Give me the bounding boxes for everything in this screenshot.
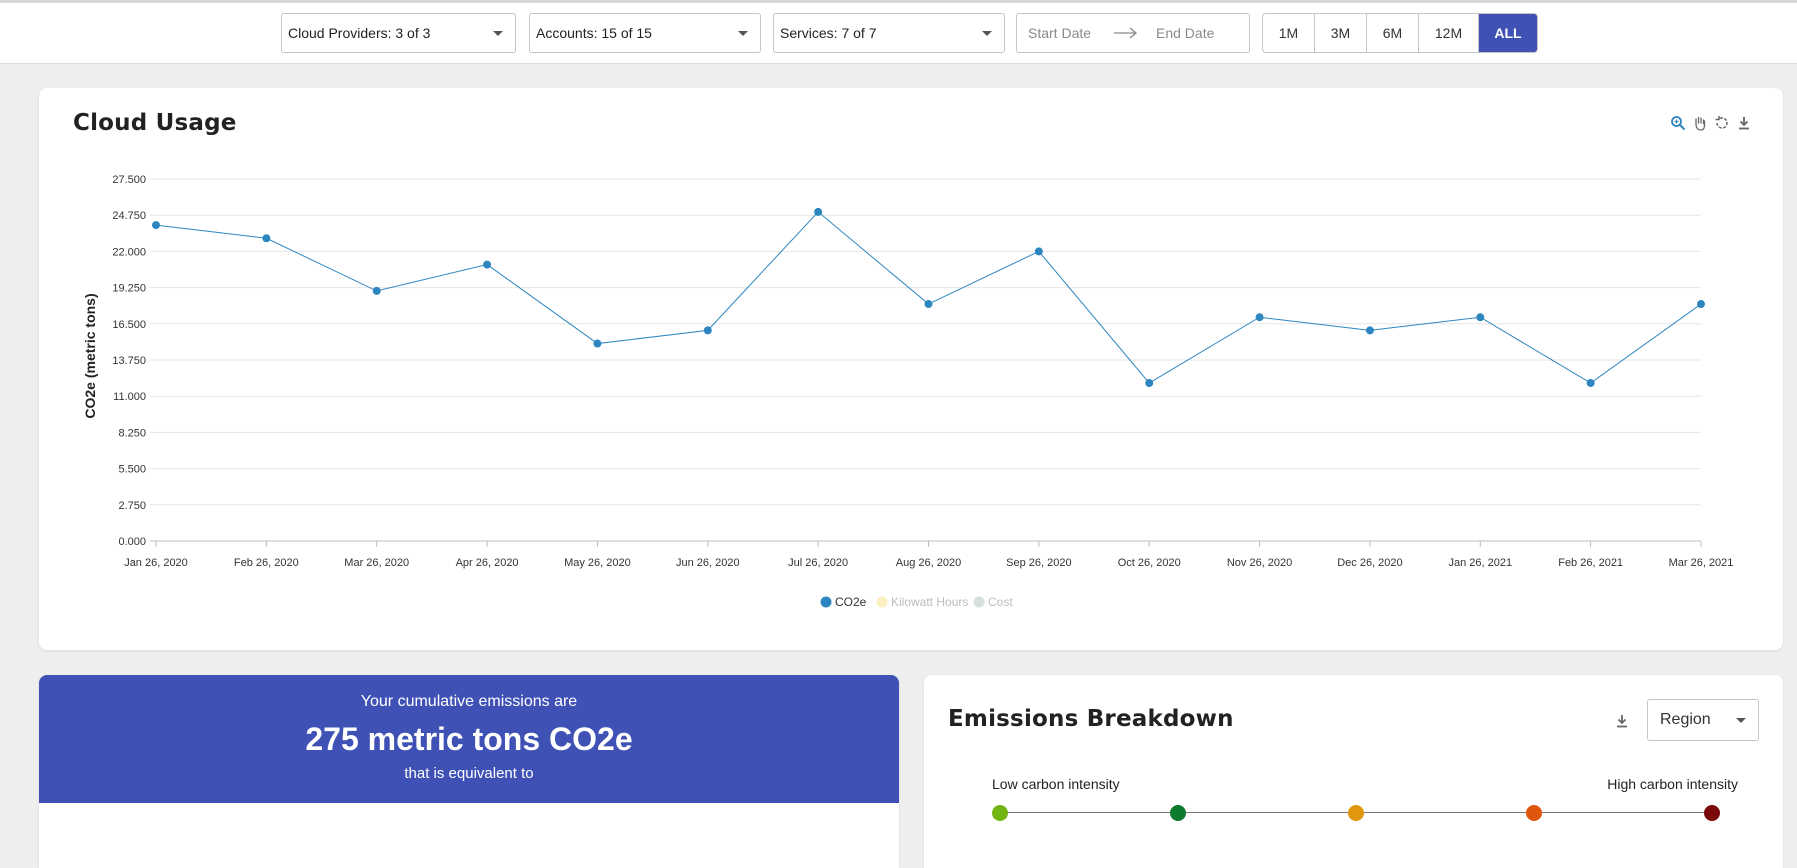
y-axis-ticks: 0.000 2.750 5.500 8.250 11.000 13.750 16.500 19… [112,174,146,548]
emissions-breakdown-title: Emissions Breakdown [948,706,1234,732]
chevron-down-icon [982,31,992,36]
data-point[interactable] [924,300,933,309]
data-point[interactable] [1586,379,1595,388]
data-point[interactable] [1476,313,1485,322]
services-label: Services: 7 of 7 [780,25,877,41]
data-point[interactable] [1145,379,1154,388]
services-dropdown[interactable]: Services: 7 of 7 [773,13,1005,53]
cloud-providers-label: Cloud Providers: 3 of 3 [288,25,431,41]
x-tick-label: Mar 26, 2021 [1669,557,1734,569]
legend-marker [820,596,832,608]
x-tick-label: Dec 26, 2020 [1337,557,1402,569]
x-tick-label: Jul 26, 2020 [788,557,848,569]
legend-marker [876,596,888,608]
range-button-12m[interactable]: 12M [1419,14,1479,52]
accounts-dropdown[interactable]: Accounts: 15 of 15 [529,13,761,53]
x-tick-label: Jan 26, 2021 [1448,557,1512,569]
legend-marker [973,596,985,608]
emissions-breakdown-card: Emissions Breakdown Region Low carbon in… [924,675,1783,868]
date-range-picker: Start Date End Date [1016,13,1250,53]
y-tick-label: 16.500 [112,319,146,331]
x-tick-label: Feb 26, 2020 [234,557,299,569]
x-tick-label: Sep 26, 2020 [1006,557,1071,569]
x-tick-label: Feb 26, 2021 [1558,557,1623,569]
range-button-3m[interactable]: 3M [1315,14,1367,52]
data-point[interactable] [262,234,271,243]
data-point[interactable] [152,221,160,230]
cumulative-equivalent-text: that is equivalent to [404,765,534,782]
range-button-all[interactable]: ALL [1479,14,1537,52]
cloud-providers-dropdown[interactable]: Cloud Providers: 3 of 3 [281,13,516,53]
filter-bar: Cloud Providers: 3 of 3 Accounts: 15 of … [0,0,1797,64]
legend-item[interactable]: Kilowatt Hours [891,595,968,609]
x-tick-label: Oct 26, 2020 [1118,557,1181,569]
y-tick-label: 22.000 [112,246,146,258]
cumulative-header: Your cumulative emissions are 275 metric… [39,675,899,803]
data-point[interactable] [483,260,492,269]
y-tick-label: 13.750 [112,355,146,367]
group-by-value: Region [1660,711,1711,728]
low-carbon-label: Low carbon intensity [992,776,1120,792]
y-tick-label: 24.750 [112,210,146,222]
range-button-6m[interactable]: 6M [1367,14,1419,52]
y-tick-label: 11.000 [113,391,146,403]
chevron-down-icon [1736,718,1746,723]
legend-item[interactable]: Cost [988,595,1013,609]
intensity-dot [1170,805,1186,821]
download-icon[interactable] [1614,713,1632,731]
x-tick-label: Mar 26, 2020 [344,557,409,569]
co2e-line-chart: CO2e (metric tons) 0.000 2.750 5.500 8.250 1… [82,174,1733,609]
cumulative-intro-text: Your cumulative emissions are [360,693,578,710]
x-tick-label: Apr 26, 2020 [456,557,519,569]
y-tick-label: 8.250 [118,427,146,439]
y-tick-label: 5.500 [118,464,146,476]
end-date-input[interactable]: End Date [1156,25,1214,41]
chart-grid [150,178,1701,542]
y-axis-label: CO2e (metric tons) [82,293,98,418]
high-carbon-label: High carbon intensity [1607,776,1738,792]
range-button-group: 1M 3M 6M 12M ALL [1262,13,1538,53]
x-tick-label: Jun 26, 2020 [676,557,740,569]
data-point[interactable] [814,207,823,216]
x-tick-label: Nov 26, 2020 [1227,557,1292,569]
y-tick-label: 19.250 [112,283,146,295]
data-point[interactable] [1034,247,1043,256]
data-point[interactable] [703,326,712,335]
intensity-dot [992,805,1008,821]
data-point[interactable] [372,286,381,295]
start-date-input[interactable]: Start Date [1028,25,1106,41]
legend-item[interactable]: CO2e [835,595,867,609]
chevron-down-icon [493,31,503,36]
data-point[interactable] [1697,300,1705,309]
range-button-1m[interactable]: 1M [1263,14,1315,52]
data-point[interactable] [1255,313,1264,322]
data-point[interactable] [593,339,602,348]
chart-legend: CO2e Kilowatt Hours Cost [820,595,1013,609]
intensity-dot [1526,805,1542,821]
chevron-down-icon [738,31,748,36]
x-tick-label: Jan 26, 2020 [124,557,188,569]
x-axis-ticks: Jan 26, 2020 Feb 26, 2020 Mar 26, 2020 Apr … [124,541,1733,569]
intensity-dot [1348,805,1364,821]
cloud-usage-card: Cloud Usage CO2e (metric tons) 0.000 2.75… [39,88,1783,650]
cumulative-total: 275 metric tons CO2e [305,721,633,757]
accounts-label: Accounts: 15 of 15 [536,25,652,41]
group-by-select[interactable]: Region [1647,699,1759,741]
y-tick-label: 2.750 [118,500,146,512]
intensity-dot [1704,805,1720,821]
x-tick-label: Aug 26, 2020 [896,557,961,569]
data-point[interactable] [1365,326,1374,335]
x-tick-label: May 26, 2020 [564,557,631,569]
arrow-right-icon [1106,27,1146,39]
cumulative-emissions-card: Your cumulative emissions are 275 metric… [39,675,899,868]
y-tick-label: 27.500 [112,174,146,186]
y-tick-label: 0.000 [118,536,146,548]
co2e-series-line [155,211,1702,384]
